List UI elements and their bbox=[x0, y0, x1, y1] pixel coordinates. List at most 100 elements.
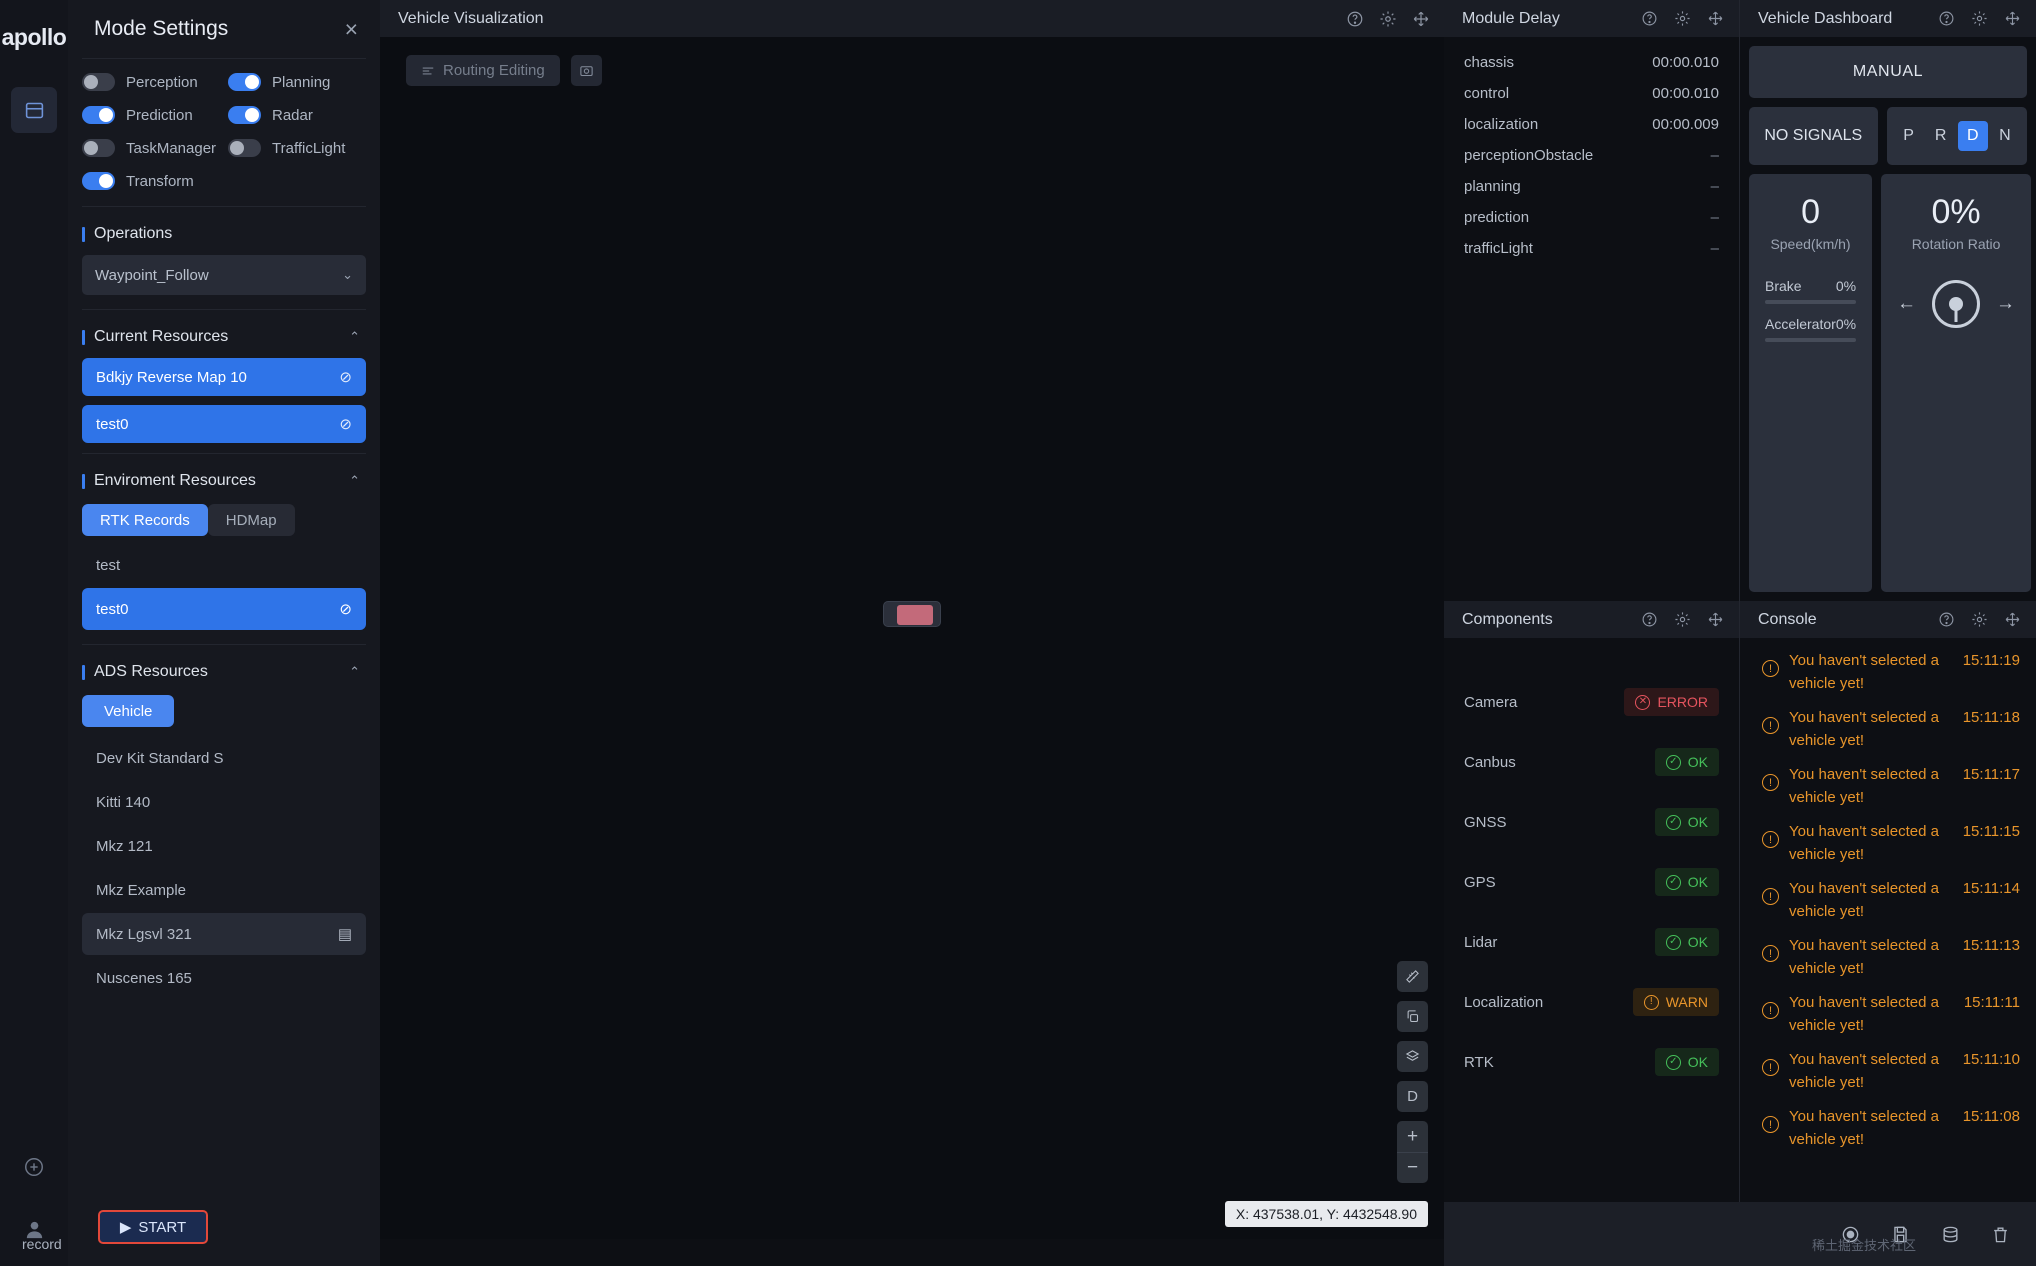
speed-gauge: 0 Speed(km/h) Brake 0% Accelerator 0% bbox=[1749, 174, 1873, 592]
toggle-transform[interactable]: Transform bbox=[82, 172, 220, 190]
status-badge: ✓ OK bbox=[1654, 748, 1719, 776]
gear-icon[interactable] bbox=[1673, 610, 1692, 629]
coordinate-readout: X: 437538.01, Y: 4432548.90 bbox=[1224, 1201, 1428, 1227]
gear-icon[interactable] bbox=[1970, 610, 1989, 629]
ads-resources-header[interactable]: ADS Resources ⌃ bbox=[82, 645, 366, 693]
gear-r[interactable]: R bbox=[1926, 121, 1956, 151]
move-icon[interactable] bbox=[2003, 610, 2022, 629]
component-row: Lidar ✓ OK bbox=[1444, 912, 1739, 972]
toggle-planning[interactable]: Planning bbox=[228, 73, 366, 91]
radar-switch[interactable] bbox=[228, 106, 261, 124]
vehicle-label: Dev Kit Standard S bbox=[96, 749, 224, 767]
operation-select[interactable]: Waypoint_Follow ⌄ bbox=[82, 255, 366, 295]
vehicle-list-item-selected[interactable]: Mkz Lgsvl 321 ▤ bbox=[82, 913, 366, 955]
console-message: ! You haven't selected a vehicle yet! 15… bbox=[1740, 986, 2036, 1043]
layers-icon[interactable] bbox=[1397, 1041, 1428, 1072]
toggle-trafficlight[interactable]: TrafficLight bbox=[228, 139, 366, 157]
delete-button[interactable] bbox=[1990, 1224, 2010, 1244]
stack-button[interactable] bbox=[1940, 1224, 1960, 1244]
perception-switch[interactable] bbox=[82, 73, 115, 91]
environment-resources-header[interactable]: Enviroment Resources ⌃ bbox=[82, 454, 366, 502]
planning-switch[interactable] bbox=[228, 73, 261, 91]
delay-value: 00:00.010 bbox=[1652, 85, 1719, 102]
check-icon: ✓ bbox=[1665, 874, 1681, 890]
move-icon[interactable] bbox=[1706, 9, 1725, 28]
rotation-gauge: 0% Rotation Ratio ← → bbox=[1881, 174, 2032, 592]
help-icon[interactable] bbox=[1640, 610, 1659, 629]
toggle-radar[interactable]: Radar bbox=[228, 106, 366, 124]
close-icon[interactable]: × bbox=[345, 17, 358, 41]
vehicle-list-item[interactable]: Nuscenes 165 bbox=[82, 957, 366, 999]
help-icon[interactable] bbox=[1937, 9, 1956, 28]
component-name: Canbus bbox=[1464, 753, 1516, 771]
vehicle-list-item[interactable]: Mkz Example bbox=[82, 869, 366, 911]
arrow-right-icon: → bbox=[1996, 293, 2016, 315]
move-icon[interactable] bbox=[1411, 9, 1430, 28]
zoom-out-button[interactable]: − bbox=[1397, 1152, 1428, 1183]
console-message: ! You haven't selected a vehicle yet! 15… bbox=[1740, 815, 2036, 872]
vehicle-config-icon[interactable]: ▤ bbox=[338, 925, 352, 943]
add-panel-icon[interactable] bbox=[21, 1154, 47, 1180]
console-messages[interactable]: ! You haven't selected a vehicle yet! 15… bbox=[1740, 638, 2036, 1202]
help-icon[interactable] bbox=[1640, 9, 1659, 28]
current-resources-header[interactable]: Current Resources ⌃ bbox=[82, 310, 366, 358]
mode-settings-title: Mode Settings bbox=[94, 17, 229, 40]
tab-rtk-records[interactable]: RTK Records bbox=[82, 504, 208, 536]
zoom-in-button[interactable]: + bbox=[1397, 1121, 1428, 1152]
prediction-switch[interactable] bbox=[82, 106, 115, 124]
console-time: 15:11:17 bbox=[1962, 766, 2020, 783]
help-icon[interactable] bbox=[1345, 9, 1364, 28]
vehicle-dashboard-header: Vehicle Dashboard bbox=[1740, 0, 2036, 37]
apollo-dreamview-app: apollo Mode Settings × Perception Planni… bbox=[0, 0, 2036, 1266]
ruler-icon[interactable] bbox=[1397, 961, 1428, 992]
start-button-wrap: ▶ START bbox=[68, 1210, 380, 1244]
gear-icon[interactable] bbox=[1378, 9, 1397, 28]
chevron-up-icon: ⌃ bbox=[349, 329, 360, 344]
toggle-label: Transform bbox=[126, 172, 194, 190]
screenshot-icon[interactable] bbox=[570, 55, 602, 86]
toggle-prediction[interactable]: Prediction bbox=[82, 106, 220, 124]
right-column: Module Delay chassis 00:00.010 control 0… bbox=[22, 0, 2036, 1266]
routing-editing-button[interactable]: Routing Editing bbox=[406, 55, 560, 86]
copy-icon[interactable] bbox=[1397, 1001, 1428, 1032]
watermark: 稀土掘金技术社区 bbox=[1811, 1238, 1916, 1253]
tab-hdmap[interactable]: HDMap bbox=[207, 504, 295, 536]
toggle-taskmanager[interactable]: TaskManager bbox=[82, 139, 220, 157]
gear-d[interactable]: D bbox=[1957, 121, 1988, 151]
toggle-perception[interactable]: Perception bbox=[82, 73, 220, 91]
gear-icon[interactable] bbox=[1970, 9, 1989, 28]
vehicle-list-item[interactable]: Kitti 140 bbox=[82, 781, 366, 823]
vehicle-list-item[interactable]: Mkz 121 bbox=[82, 825, 366, 867]
current-resource-item[interactable]: Bdkjy Reverse Map 10 ⊘ bbox=[82, 358, 366, 396]
environment-resource-item[interactable]: test0 ⊘ bbox=[82, 588, 366, 630]
component-name: GPS bbox=[1464, 873, 1496, 891]
steering-wheel-area: ← → bbox=[1897, 280, 2016, 329]
move-icon[interactable] bbox=[1706, 610, 1725, 629]
gear-n[interactable]: N bbox=[1990, 121, 2020, 151]
gear-icon[interactable] bbox=[1673, 9, 1692, 28]
toggle-label: TaskManager bbox=[126, 139, 217, 157]
trafficlight-switch[interactable] bbox=[228, 139, 261, 157]
vehicle-list-item[interactable]: Dev Kit Standard S bbox=[82, 737, 366, 779]
drive-mode-d-button[interactable]: D bbox=[1397, 1081, 1428, 1112]
taskmanager-switch[interactable] bbox=[82, 139, 115, 157]
current-resource-item[interactable]: test0 ⊘ bbox=[82, 405, 366, 443]
gear-p[interactable]: P bbox=[1894, 121, 1924, 151]
delay-row: prediction – bbox=[1444, 202, 1739, 233]
console-message: ! You haven't selected a vehicle yet! 15… bbox=[1740, 758, 2036, 815]
rail-mode-settings-button[interactable] bbox=[11, 87, 57, 133]
tab-vehicle[interactable]: Vehicle bbox=[82, 695, 175, 727]
visualization-canvas[interactable]: Routing Editing D + − X: 437538.01, Y: 4… bbox=[380, 37, 1444, 1239]
help-icon[interactable] bbox=[1937, 610, 1956, 629]
warning-icon: ! bbox=[1762, 831, 1779, 848]
toggle-label: Radar bbox=[272, 106, 313, 124]
environment-resource-item[interactable]: test bbox=[82, 544, 366, 586]
transform-switch[interactable] bbox=[82, 172, 115, 190]
move-icon[interactable] bbox=[2003, 9, 2022, 28]
console-message: ! You haven't selected a vehicle yet! 15… bbox=[1740, 929, 2036, 986]
start-button[interactable]: ▶ START bbox=[98, 1210, 208, 1244]
module-delay-panel: Module Delay chassis 00:00.010 control 0… bbox=[1444, 0, 1740, 601]
delay-value: – bbox=[1710, 147, 1719, 164]
delay-name: trafficLight bbox=[1464, 240, 1533, 257]
console-header: Console bbox=[1740, 601, 2036, 638]
